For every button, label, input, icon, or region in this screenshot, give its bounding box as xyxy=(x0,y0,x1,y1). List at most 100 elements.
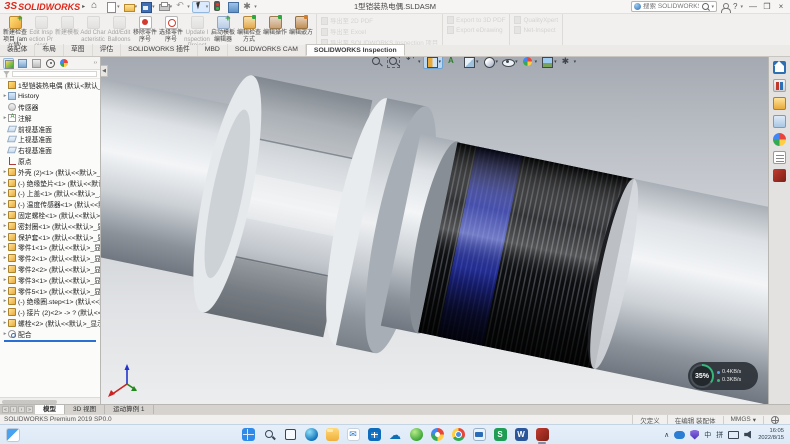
tray-shield-icon[interactable] xyxy=(690,430,699,440)
ribbon-button[interactable]: 移除零件序号 xyxy=(132,15,158,43)
export-menu-item[interactable]: Export to 3D PDF xyxy=(447,16,505,24)
tab-nav-first-icon[interactable]: « xyxy=(2,406,9,413)
view-tool-button[interactable]: ▾ xyxy=(481,57,500,69)
tree-item[interactable]: ▸ 保护套<1> (默认<<默认>_显示状 xyxy=(2,231,100,242)
ime-language-indicator[interactable]: 中 xyxy=(704,430,711,440)
tree-item[interactable]: ▸ 零件5<1> (默认<<默认>_显示状态 xyxy=(2,285,100,296)
panel-tabs-overflow-icon[interactable]: ›› xyxy=(94,60,97,66)
quick-tool-button[interactable] xyxy=(89,1,103,13)
taskbar-app-button[interactable] xyxy=(430,427,444,443)
ribbon-tab[interactable]: SOLIDWORKS 插件 xyxy=(121,44,198,56)
tree-item[interactable]: ▸ (-) 上盖<1> (默认<<默认>_显示状 xyxy=(2,188,100,199)
tree-item[interactable]: ▸ (-) 接片 (2)<2> -> ? (默认<<默认> xyxy=(2,307,100,318)
tree-item[interactable]: ▸ 零件1<1> (默认<<默认>_显示状态 xyxy=(2,242,100,253)
dropdown-caret[interactable]: ▾ xyxy=(152,4,155,10)
task-pane-tab-icon[interactable] xyxy=(773,79,786,92)
menu-expand-arrow[interactable]: ▸ xyxy=(82,3,85,10)
taskbar-app-button[interactable]: W xyxy=(514,427,528,443)
quick-tool-button[interactable]: ▾ xyxy=(157,1,174,13)
export-menu-item[interactable]: Export eDrawing xyxy=(447,26,505,34)
tree-item[interactable]: ▸ 密封圈<1> (默认<<默认>_显示状 xyxy=(2,220,100,231)
dropdown-caret[interactable]: ▾ xyxy=(206,4,209,10)
tree-item[interactable]: 上视基准面 xyxy=(2,134,100,145)
view-tool-button[interactable] xyxy=(444,57,460,69)
task-pane-tab-icon[interactable] xyxy=(773,151,786,164)
view-tool-button[interactable]: ▾ xyxy=(461,57,480,69)
view-tool-button[interactable] xyxy=(369,57,385,69)
dropdown-caret[interactable]: ▾ xyxy=(554,59,557,65)
tree-item[interactable]: ▸ 螺栓<2> (默认<<默认>_显示状态 xyxy=(2,318,100,329)
ribbon-button[interactable]: 编辑检查方式 xyxy=(236,15,262,43)
tree-item[interactable]: ▸ (-) 温度传感器<1> (默认<<默认>_ xyxy=(2,199,100,210)
rollback-bar[interactable] xyxy=(4,340,96,343)
search-icon[interactable] xyxy=(701,2,710,11)
dimxpertmanager-tab-icon[interactable] xyxy=(45,58,56,69)
ribbon-button[interactable]: Add/Edit Balloons xyxy=(106,15,132,43)
task-pane-tab-icon[interactable] xyxy=(773,97,786,110)
export-menu-item[interactable]: 导出至 2D PDF xyxy=(321,16,438,25)
help-caret-icon[interactable]: ▾ xyxy=(740,4,743,10)
view-tool-button[interactable]: ▾ xyxy=(403,57,422,69)
ribbon-button[interactable]: 编辑嵌方 xyxy=(288,15,314,37)
document-tab[interactable]: 运动算例 1 xyxy=(105,405,153,414)
dropdown-caret[interactable]: ▾ xyxy=(535,59,538,65)
taskbar-app-button[interactable]: ✉ xyxy=(346,427,360,443)
tree-item[interactable]: 前视基准面 xyxy=(2,123,100,134)
tree-item[interactable]: ▸ (-) 绝缘垫片<1> (默认<<默认>_显 xyxy=(2,177,100,188)
document-tab[interactable]: 模型 xyxy=(35,405,65,414)
tree-horizontal-scrollbar[interactable] xyxy=(0,397,100,404)
dropdown-caret[interactable]: ▾ xyxy=(170,4,173,10)
taskbar-app-button[interactable] xyxy=(451,427,465,443)
graphics-viewport[interactable]: ▾ ▾ ▾ xyxy=(101,57,768,404)
dropdown-caret[interactable]: ▾ xyxy=(515,59,518,65)
tree-item[interactable]: ▸ (-) 绝缘圈.step<1> (默认<<默认> xyxy=(2,296,100,307)
ribbon-tab[interactable]: 布局 xyxy=(35,44,64,56)
tab-nav-prev-icon[interactable]: ‹ xyxy=(10,406,17,413)
filter-input[interactable] xyxy=(12,71,97,77)
taskbar-app-button[interactable] xyxy=(409,427,423,443)
ribbon-tab[interactable]: 草图 xyxy=(64,44,93,56)
taskbar-app-button[interactable]: ☁ xyxy=(388,427,402,443)
quick-tool-button[interactable] xyxy=(211,1,225,13)
dropdown-caret[interactable]: ▾ xyxy=(476,59,479,65)
view-tool-button[interactable]: ▾ xyxy=(500,57,519,69)
tree-item[interactable]: 原点 xyxy=(2,156,100,167)
displaymanager-tab-icon[interactable] xyxy=(59,58,70,69)
tree-item[interactable]: ▸ 外壳 (2)<1> (默认<<默认>_显示状 xyxy=(2,166,100,177)
help-search-box[interactable]: ▾ xyxy=(631,1,717,12)
tree-item[interactable]: ▸ History xyxy=(2,91,100,102)
quick-tool-button[interactable]: ▾ xyxy=(104,1,121,13)
quick-tool-button[interactable]: ▾ xyxy=(122,1,139,13)
ime-scheme-indicator[interactable]: 拼 xyxy=(716,430,723,440)
tray-cloud-icon[interactable] xyxy=(674,431,685,439)
tree-item[interactable]: 右视基准面 xyxy=(2,145,100,156)
tab-scroll-buttons[interactable]: « ‹ › » xyxy=(0,405,35,414)
tab-nav-next-icon[interactable]: › xyxy=(18,406,25,413)
tray-display-icon[interactable] xyxy=(728,431,739,439)
units-caret-icon[interactable]: ▾ xyxy=(753,416,756,424)
help-button[interactable]: ? xyxy=(733,2,737,11)
taskbar-app-button[interactable] xyxy=(241,427,255,443)
panel-collapse-button[interactable]: ◀ xyxy=(101,65,108,77)
ribbon-button[interactable]: 编辑操作 xyxy=(262,15,288,37)
taskbar-app-button[interactable] xyxy=(304,427,318,443)
ribbon-button[interactable]: 新建模板 xyxy=(54,15,80,37)
view-tool-button[interactable] xyxy=(386,57,402,69)
status-units-selector[interactable]: MMGS ▾ xyxy=(723,416,764,424)
task-pane-tab-icon[interactable] xyxy=(773,115,786,128)
ribbon-tab[interactable]: SOLIDWORKS Inspection xyxy=(306,44,405,56)
dropdown-caret[interactable]: ▾ xyxy=(117,4,120,10)
tree-root-item[interactable]: 1型铠装热电偶 (默认<默认_显示状态-1 xyxy=(2,80,100,91)
taskbar-app-button[interactable] xyxy=(367,427,381,443)
taskbar-clock[interactable]: 16:05 2022/8/15 xyxy=(758,428,784,441)
close-button[interactable]: × xyxy=(774,0,788,13)
ribbon-tab[interactable]: 评估 xyxy=(93,44,122,56)
task-pane-tab-icon[interactable] xyxy=(773,169,786,182)
export-menu-item[interactable]: 导出至 Excel xyxy=(321,27,438,36)
dropdown-caret[interactable]: ▾ xyxy=(135,4,138,10)
scrollbar-thumb[interactable] xyxy=(2,400,57,404)
tree-item[interactable]: ▸ 配合 xyxy=(2,328,100,339)
minimize-button[interactable]: — xyxy=(746,0,760,13)
tray-expand-chevron-icon[interactable]: ∧ xyxy=(664,431,669,439)
ribbon-tab[interactable]: MBD xyxy=(198,44,228,56)
